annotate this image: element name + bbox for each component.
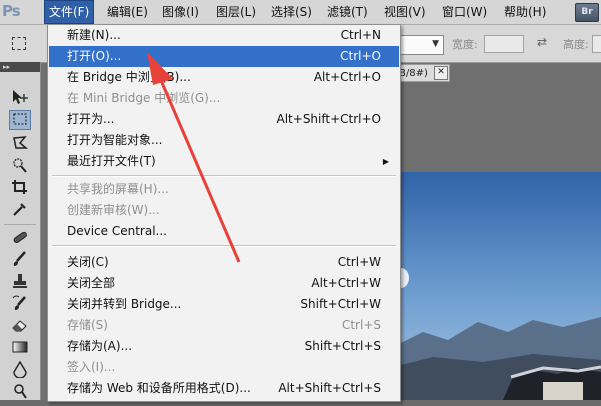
menu-item-save-for-web[interactable]: 存储为 Web 和设备所用格式(D)... Alt+Shift+Ctrl+S: [49, 378, 399, 399]
menu-item-save-as[interactable]: 存储为(A)... Shift+Ctrl+S: [49, 336, 399, 357]
rectangular-marquee-tool-icon[interactable]: [9, 110, 31, 130]
crop-tool-icon[interactable]: [9, 178, 31, 198]
menu-item-browse-in-mini-bridge[interactable]: 在 Mini Bridge 中浏览(G)...: [49, 88, 399, 109]
eraser-tool-icon[interactable]: [9, 316, 31, 336]
marquee-preset-icon[interactable]: [8, 33, 30, 53]
menu-filter[interactable]: 滤镜(T): [323, 0, 372, 24]
menu-window[interactable]: 窗口(W): [438, 0, 491, 24]
menu-item-new[interactable]: 新建(N)... Ctrl+N: [49, 25, 399, 46]
panel-collapse-icon[interactable]: ▸▸: [0, 62, 40, 72]
menu-item-browse-in-bridge[interactable]: 在 Bridge 中浏览(B)... Alt+Ctrl+O: [49, 67, 399, 88]
menu-select[interactable]: 选择(S): [267, 0, 316, 24]
brush-tool-icon[interactable]: [9, 250, 31, 270]
menu-item-share-my-screen[interactable]: 共享我的屏幕(H)...: [49, 179, 399, 200]
height-label: 高度:: [563, 38, 589, 51]
menu-item-close-all[interactable]: 关闭全部 Alt+Ctrl+W: [49, 273, 399, 294]
menu-item-open-as-smart-object[interactable]: 打开为智能对象...: [49, 130, 399, 151]
dodge-tool-icon[interactable]: [9, 382, 31, 402]
history-brush-tool-icon[interactable]: [9, 294, 31, 314]
menu-item-close[interactable]: 关闭(C) Ctrl+W: [49, 252, 399, 273]
move-tool-icon[interactable]: [9, 88, 31, 108]
menu-image[interactable]: 图像(I): [158, 0, 203, 24]
bridge-button[interactable]: Br: [575, 3, 599, 22]
chevron-down-icon: ▼: [432, 39, 439, 49]
height-input[interactable]: [592, 35, 601, 53]
tools-panel: ▸▸: [0, 62, 41, 400]
menu-view[interactable]: 视图(V): [380, 0, 430, 24]
menu-item-device-central[interactable]: Device Central...: [49, 221, 399, 242]
menu-file[interactable]: 文件(F): [44, 0, 95, 24]
blur-tool-icon[interactable]: [9, 360, 31, 380]
menu-item-check-in[interactable]: 签入(I)...: [49, 357, 399, 378]
menu-help[interactable]: 帮助(H): [500, 0, 550, 24]
style-select[interactable]: ▼: [400, 35, 444, 55]
photoshop-logo: Ps: [2, 2, 21, 20]
gradient-tool-icon[interactable]: [9, 338, 31, 358]
clone-stamp-tool-icon[interactable]: [9, 272, 31, 292]
menu-item-create-new-review[interactable]: 创建新审核(W)...: [49, 200, 399, 221]
submenu-arrow-icon: ▶: [382, 157, 389, 166]
menu-layer[interactable]: 图层(L): [212, 0, 260, 24]
width-label: 宽度:: [452, 38, 478, 51]
eyedropper-tool-icon[interactable]: [9, 200, 31, 220]
menu-item-close-and-go-to-bridge[interactable]: 关闭并转到 Bridge... Shift+Ctrl+W: [49, 294, 399, 315]
quick-selection-tool-icon[interactable]: [9, 156, 31, 176]
menu-item-open-as[interactable]: 打开为... Alt+Shift+Ctrl+O: [49, 109, 399, 130]
swap-icon[interactable]: ⇄: [537, 35, 547, 49]
lasso-tool-icon[interactable]: [9, 134, 31, 154]
canvas-image: [393, 172, 601, 400]
menu-item-open[interactable]: 打开(O)... Ctrl+O: [49, 46, 399, 67]
healing-brush-tool-icon[interactable]: [9, 228, 31, 248]
file-menu-dropdown: 新建(N)... Ctrl+N 打开(O)... Ctrl+O 在 Bridge 中…: [47, 24, 401, 402]
menu-edit[interactable]: 编辑(E): [103, 0, 152, 24]
menu-bar: Ps 文件(F) 编辑(E) 图像(I) 图层(L) 选择(S) 滤镜(T) 视…: [0, 0, 601, 25]
width-input[interactable]: [484, 35, 524, 53]
close-icon[interactable]: ✕: [434, 66, 448, 80]
menu-item-open-recent[interactable]: 最近打开文件(T) ▶: [49, 151, 399, 172]
menu-item-save[interactable]: 存储(S) Ctrl+S: [49, 315, 399, 336]
